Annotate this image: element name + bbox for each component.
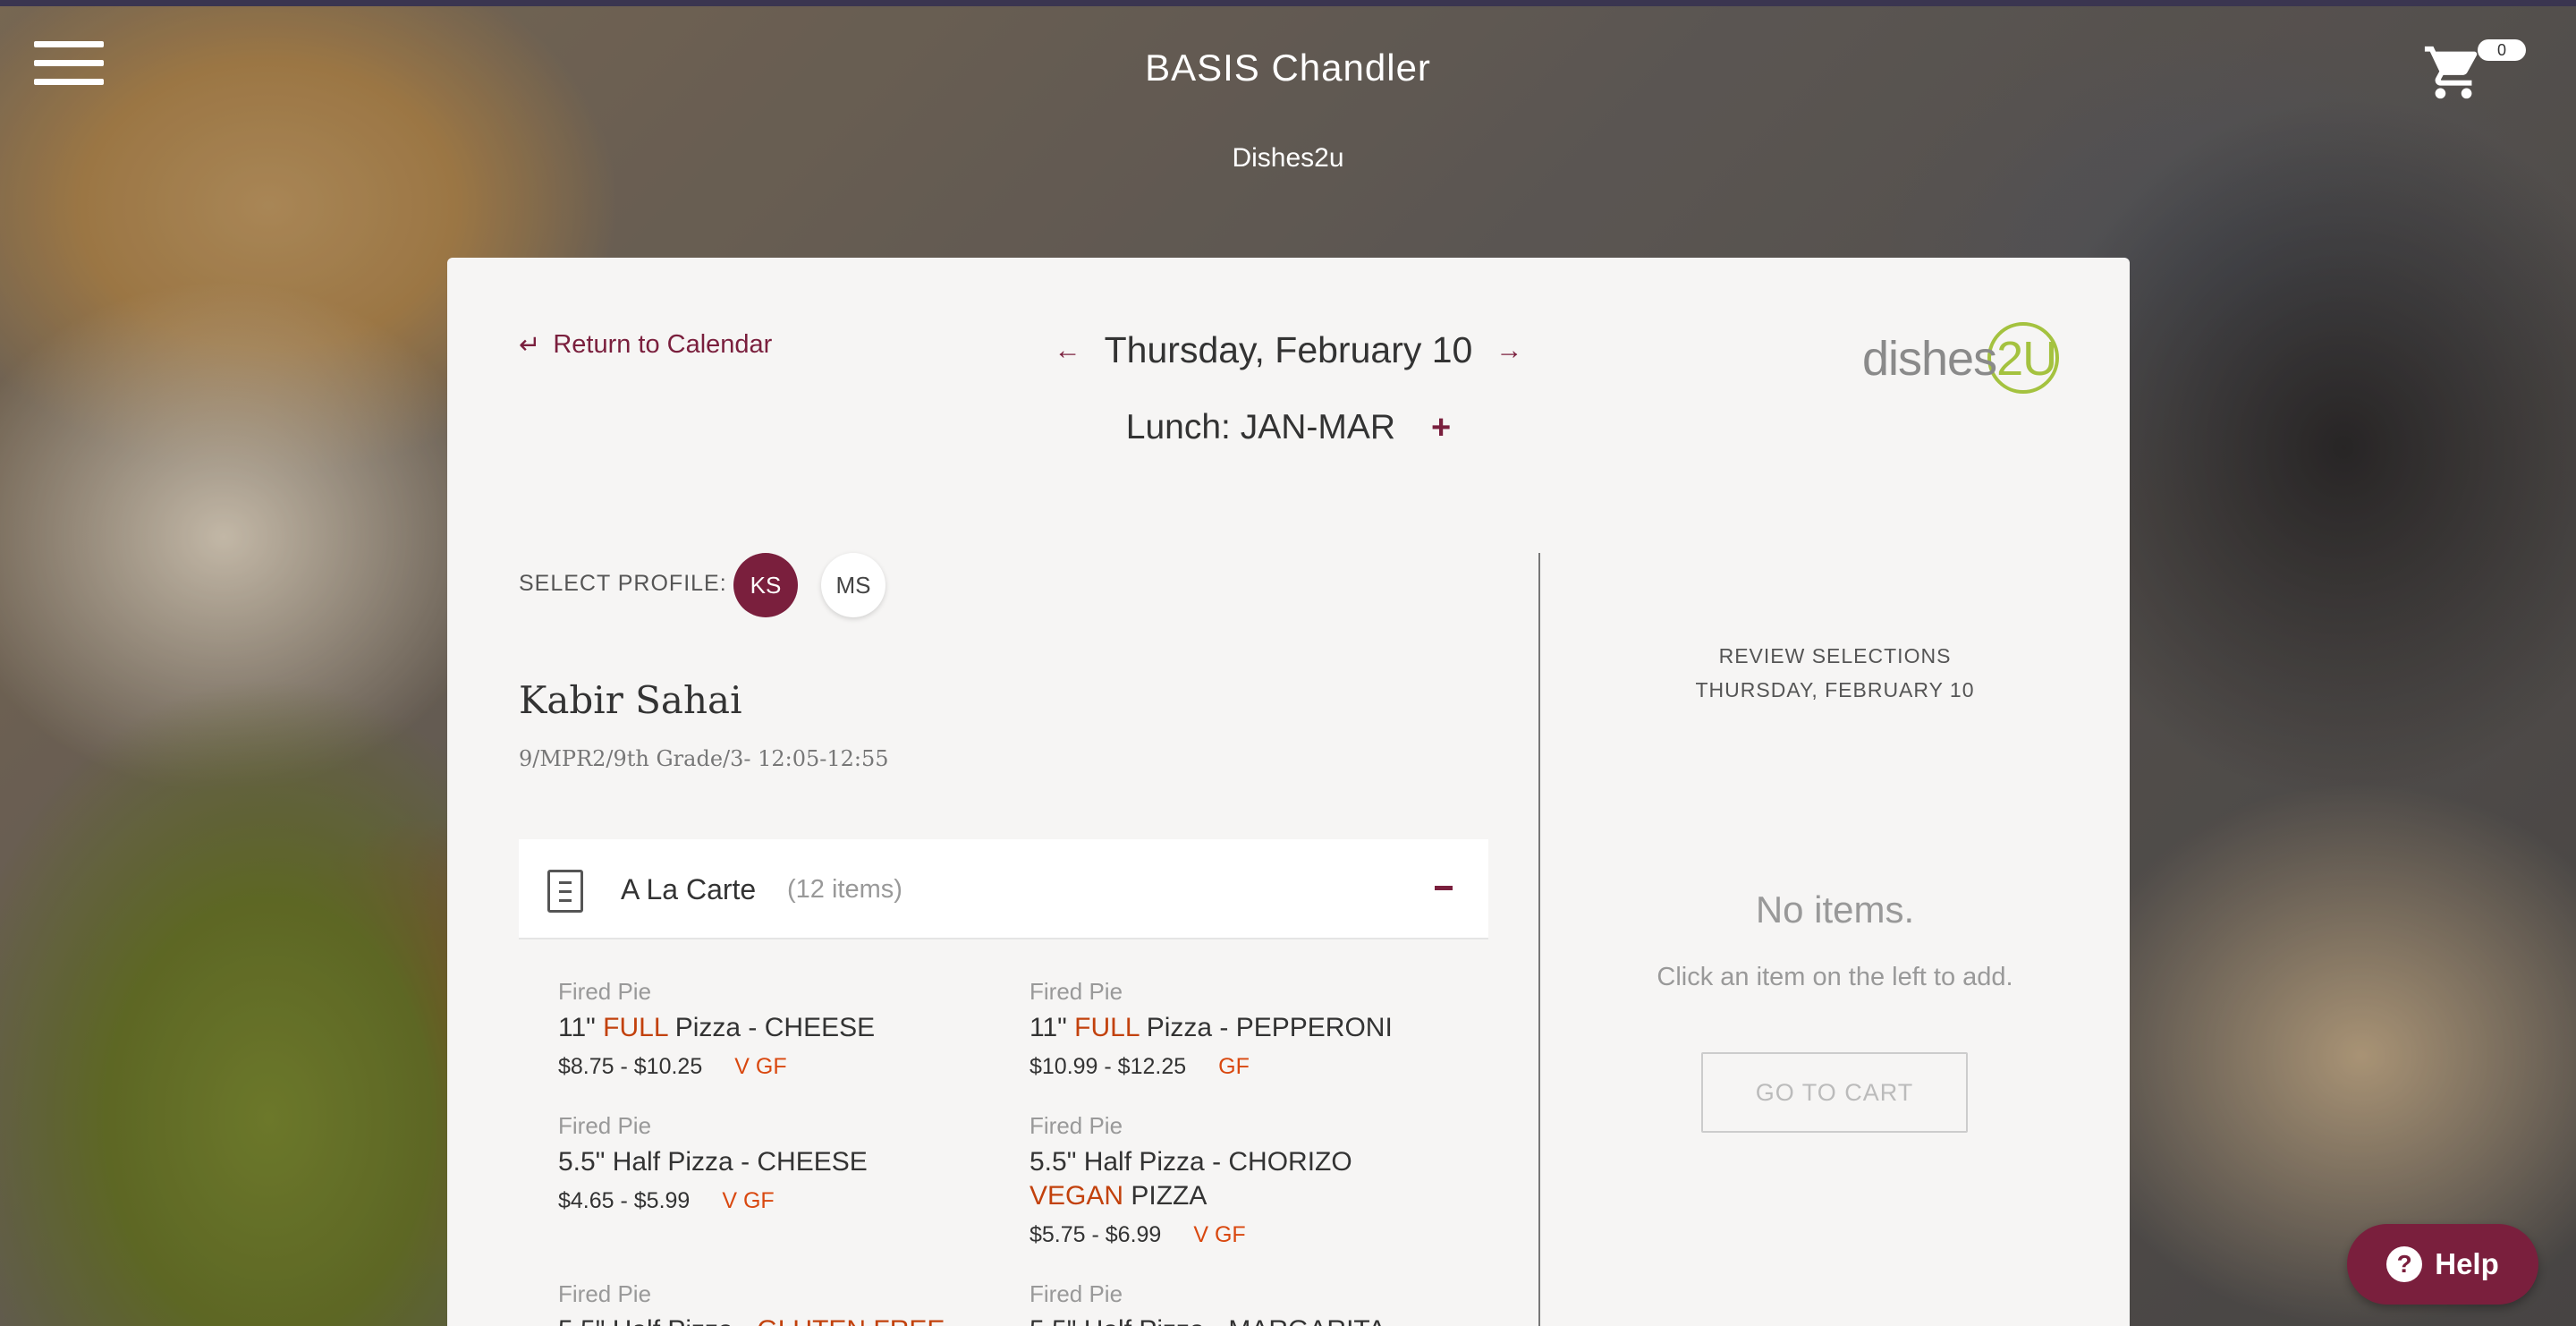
review-selections-title: REVIEW SELECTIONS	[1718, 644, 1952, 667]
help-label: Help	[2435, 1247, 2499, 1280]
empty-state-title: No items.	[1755, 888, 1915, 931]
menu-book-icon	[547, 870, 583, 913]
cart-button[interactable]: 0	[2422, 39, 2529, 111]
menu-section-a-la-carte: A La Carte (12 items) Fired Pie 11" FULL…	[519, 839, 1488, 1326]
column-divider	[1538, 553, 1540, 1326]
select-profile-label: SELECT PROFILE:	[519, 571, 727, 596]
go-to-cart-button[interactable]: GO TO CART	[1701, 1052, 1968, 1133]
cart-count-badge: 0	[2478, 39, 2526, 61]
meal-label: Lunch: JAN-MAR	[1125, 408, 1396, 446]
current-date: Thursday, February 10	[1104, 329, 1473, 370]
student-info: 9/MPR2/9th Grade/3- 12:05-12:55	[519, 746, 889, 771]
section-item-count: (12 items)	[787, 875, 902, 904]
question-icon: ?	[2386, 1246, 2423, 1282]
menu-item[interactable]: Fired Pie 5.5" Half Pizza - CHEESE $4.65…	[558, 1112, 1005, 1214]
menu-item[interactable]: Fired Pie 11" FULL Pizza - PEPPERONI $10…	[1030, 978, 1477, 1080]
menu-item[interactable]: Fired Pie 11" FULL Pizza - CHEESE $8.75 …	[558, 978, 1005, 1080]
prev-day-arrow-icon[interactable]: ←	[1055, 336, 1081, 366]
student-name: Kabir Sahai	[519, 678, 742, 722]
section-title: A La Carte	[621, 873, 757, 905]
help-button[interactable]: ? Help	[2347, 1224, 2538, 1305]
top-edge-bar	[0, 0, 2576, 6]
meal-selector: Lunch: JAN-MAR +	[447, 408, 2130, 447]
app-title: BASIS Chandler	[1145, 47, 1431, 89]
menu-item[interactable]: Fired Pie 5.5" Half Pizza - CHORIZO VEGAN…	[1030, 1112, 1477, 1248]
profile-avatar-ks[interactable]: KS	[733, 553, 798, 617]
next-day-arrow-icon[interactable]: →	[1496, 336, 1522, 366]
main-card: ↵ Return to Calendar ← Thursday, Februar…	[447, 258, 2130, 1326]
cart-icon	[2424, 46, 2478, 99]
app-subtitle: Dishes2u	[1232, 143, 1344, 173]
empty-state-hint: Click an item on the left to add.	[1657, 963, 2013, 991]
section-header[interactable]: A La Carte (12 items)	[519, 839, 1488, 939]
review-date: THURSDAY, FEBRUARY 10	[1695, 678, 1975, 701]
collapse-minus-icon[interactable]	[1435, 886, 1453, 890]
menu-item[interactable]: Fired Pie 5.5" Half Pizza - GLUTEN FREE	[558, 1280, 1005, 1326]
add-meal-button[interactable]: +	[1431, 409, 1451, 447]
dishes2u-logo: dishes2U	[1862, 317, 2059, 397]
profile-avatar-ms[interactable]: MS	[821, 553, 886, 617]
menu-item[interactable]: Fired Pie 5.5" Half Pizza - MARGARITA	[1030, 1280, 1477, 1326]
